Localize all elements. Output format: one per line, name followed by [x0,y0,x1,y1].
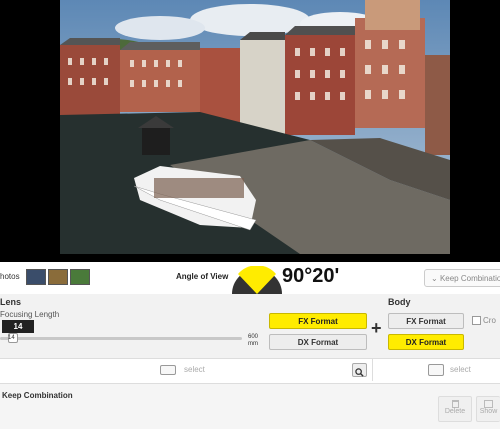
body-section-title: Body [388,297,411,307]
body-dx-format-button[interactable]: DX Format [388,334,464,350]
focal-length-value: 14 [2,320,34,333]
slider-max-label: 600 mm [248,334,258,348]
slider-max-unit: mm [248,341,258,347]
crop-label: Cro [483,316,496,325]
camera-icon [428,364,444,376]
slider-max-value: 600 [248,334,259,340]
show-button[interactable]: Show [476,396,500,422]
lens-select-field[interactable]: select [0,359,373,381]
plus-icon: + [371,318,382,338]
angle-of-view-value: 90°20' [282,265,340,287]
slider-min-label: 14 [8,335,15,341]
lens-icon [160,365,176,375]
search-button[interactable] [352,363,367,377]
photo-viewer [0,0,500,262]
lens-select-placeholder: select [184,365,205,374]
delete-button[interactable]: Delete [438,396,472,422]
angle-of-view-dial-icon [232,266,282,294]
sample-photo-image [60,0,450,254]
photo-thumbnail-3[interactable] [70,269,90,285]
lens-section-title: Lens [0,297,22,307]
body-select-placeholder: select [450,365,471,374]
photo-thumbnail-2[interactable] [48,269,68,285]
delete-button-label: Delete [444,408,466,415]
lens-fx-format-button[interactable]: FX Format [269,313,367,329]
photos-label: hotos [0,272,20,281]
keep-combination-area [0,384,500,429]
photo-thumbnail-1[interactable] [26,269,46,285]
show-button-label: Show [479,408,498,415]
body-fx-format-button[interactable]: FX Format [388,313,464,329]
chevron-down-icon: ⌄ [431,274,438,283]
keep-combination-title: Keep Combination [2,391,73,400]
angle-of-view-label: Angle of View [176,272,229,281]
lens-dx-format-button[interactable]: DX Format [269,334,367,350]
keep-combination-dropdown[interactable]: ⌄ Keep Combinatio [424,269,500,287]
focusing-length-label: Focusing Length [0,310,60,319]
body-select-field[interactable]: select [384,359,500,381]
trash-icon [451,400,459,408]
sample-photo [60,0,450,254]
toolbar: hotos Angle of View 90°20' ⌄ Keep Combin… [0,262,500,295]
crop-checkbox[interactable] [472,316,481,325]
keep-combination-dropdown-label: Keep Combinatio [439,274,500,283]
focal-length-slider-track[interactable] [0,337,242,340]
search-icon [355,368,364,377]
show-icon [484,400,493,408]
